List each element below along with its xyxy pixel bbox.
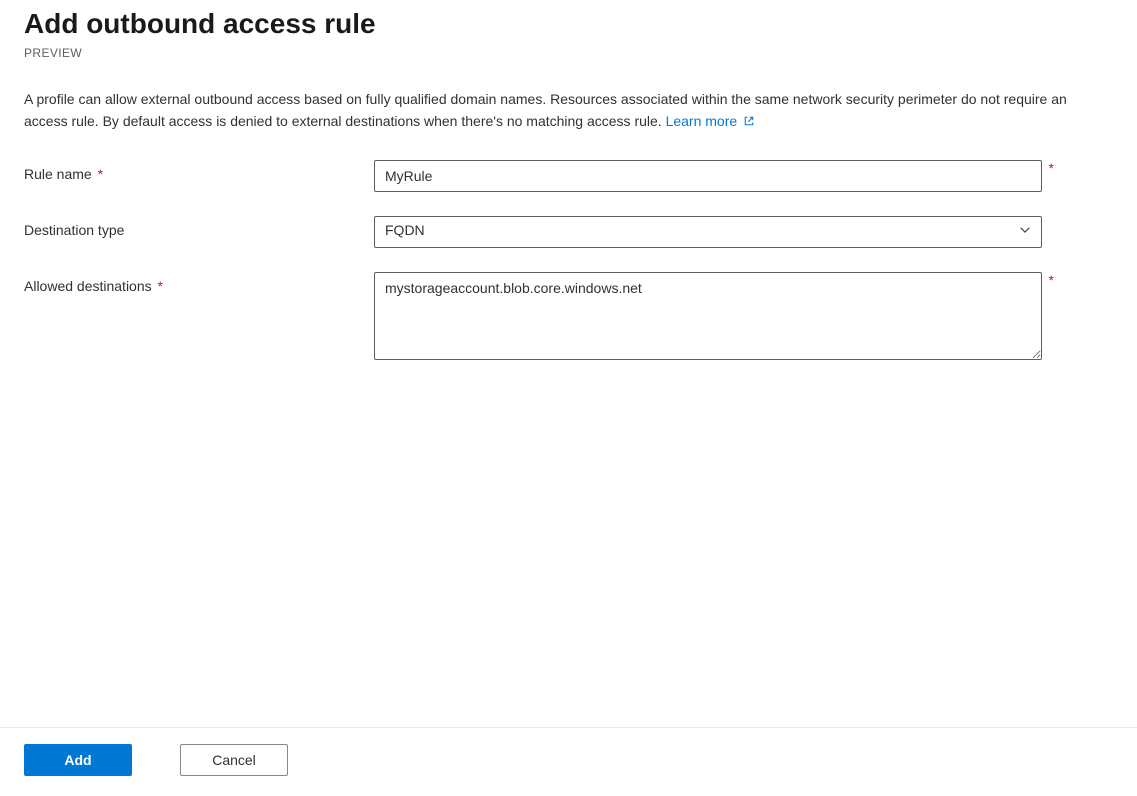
destination-type-row: Destination type FQDN	[24, 216, 1113, 248]
cancel-button[interactable]: Cancel	[180, 744, 288, 776]
required-asterisk: *	[1049, 272, 1054, 288]
footer-bar: Add Cancel	[0, 727, 1137, 796]
description-block: A profile can allow external outbound ac…	[24, 88, 1104, 132]
allowed-destinations-row: Allowed destinations * *	[24, 272, 1113, 365]
allowed-destinations-input[interactable]	[374, 272, 1042, 360]
external-link-icon	[743, 111, 755, 123]
rule-name-label: Rule name *	[24, 160, 374, 182]
page-title: Add outbound access rule	[24, 6, 1113, 42]
destination-type-select[interactable]: FQDN	[374, 216, 1042, 248]
learn-more-link[interactable]: Learn more	[666, 113, 755, 129]
learn-more-label: Learn more	[666, 113, 738, 129]
destination-type-label: Destination type	[24, 216, 374, 238]
add-button[interactable]: Add	[24, 744, 132, 776]
required-asterisk: *	[98, 166, 103, 182]
rule-name-row: Rule name * *	[24, 160, 1113, 192]
required-asterisk: *	[1049, 160, 1054, 176]
destination-type-label-text: Destination type	[24, 222, 124, 238]
allowed-destinations-label-text: Allowed destinations	[24, 278, 152, 294]
preview-badge: PREVIEW	[24, 46, 1113, 60]
description-text: A profile can allow external outbound ac…	[24, 91, 1067, 129]
required-asterisk: *	[158, 278, 163, 294]
allowed-destinations-label: Allowed destinations *	[24, 272, 374, 294]
rule-name-label-text: Rule name	[24, 166, 92, 182]
rule-name-input[interactable]	[374, 160, 1042, 192]
